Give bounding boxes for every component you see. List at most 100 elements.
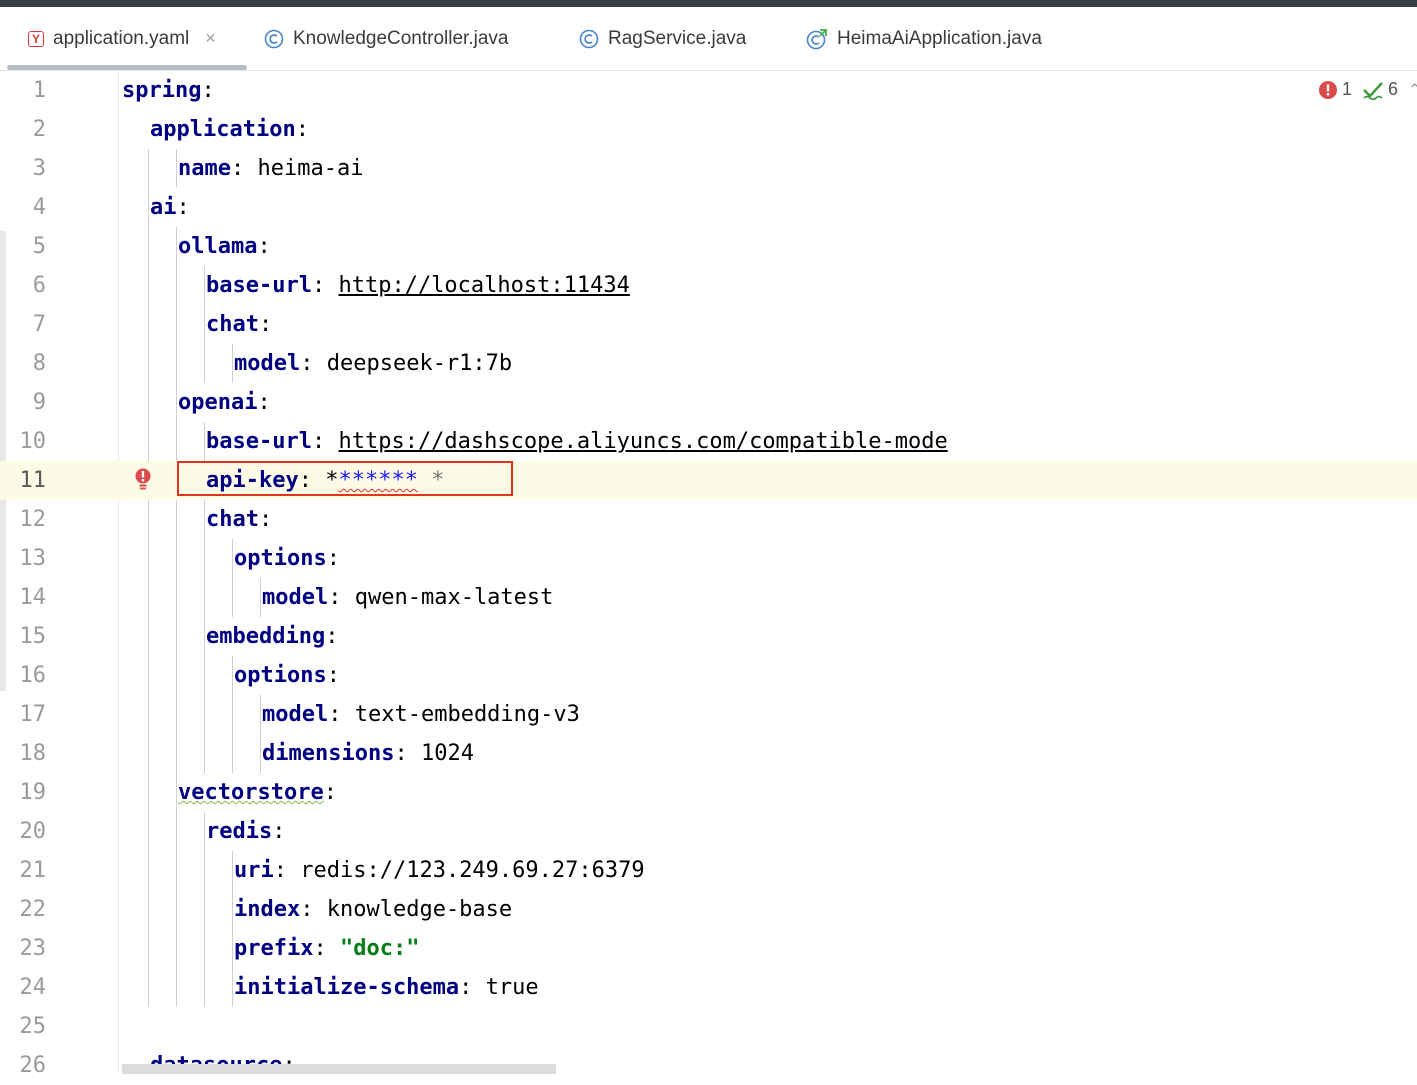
code-line[interactable]: 19 vectorstore:	[0, 773, 1417, 812]
yaml-value: deepseek-r1:7b	[326, 351, 513, 376]
line-number: 22	[19, 897, 47, 922]
line-number: 20	[19, 819, 47, 844]
yaml-colon: :	[257, 234, 271, 259]
code-line[interactable]: 22 index: knowledge-base	[0, 890, 1417, 929]
yaml-key: chat	[206, 507, 259, 532]
line-number: 18	[19, 741, 47, 766]
warning-count[interactable]: 6	[1362, 79, 1398, 100]
close-icon[interactable]: ×	[205, 28, 216, 49]
yaml-colon: :	[326, 546, 340, 571]
yaml-value: heima-ai	[257, 156, 364, 181]
yaml-key: chat	[206, 312, 259, 337]
yaml-colon: :	[311, 429, 339, 454]
code-line[interactable]: 23 prefix: "doc:"	[0, 929, 1417, 968]
code-line[interactable]: 21 uri: redis://123.249.69.27:6379	[0, 851, 1417, 890]
yaml-string-value: "doc:"	[339, 936, 420, 961]
yaml-key: dimensions	[262, 741, 395, 766]
yaml-key: spring	[122, 78, 202, 103]
yaml-key: prefix	[234, 936, 314, 961]
code-line[interactable]: 8 model: deepseek-r1:7b	[0, 344, 1417, 383]
error-bulb-icon[interactable]	[133, 467, 153, 497]
yaml-key: vectorstore	[178, 780, 324, 805]
line-number: 13	[19, 546, 47, 571]
yaml-colon: :	[325, 624, 339, 649]
inspection-status[interactable]: 1 6 ⌃	[1318, 79, 1417, 100]
java-app-class-icon	[806, 28, 828, 50]
code-line[interactable]: 13 options:	[0, 539, 1417, 578]
tab-label: HeimaAiApplication.java	[837, 27, 1042, 49]
chevron-up-icon[interactable]: ⌃	[1408, 80, 1417, 100]
code-line[interactable]: 16 options:	[0, 656, 1417, 695]
code-line[interactable]: 6 base-url: http://localhost:11434	[0, 266, 1417, 305]
yaml-colon: :	[394, 741, 421, 766]
code-editor[interactable]: 1 spring: 2 application: 3 name: heima-ai 4…	[0, 71, 1417, 1078]
tab-rag-service[interactable]: RagService.java	[579, 7, 746, 70]
yaml-key: base-url	[206, 429, 312, 454]
active-tab-indicator	[7, 65, 247, 70]
line-number: 7	[32, 312, 46, 337]
yaml-value: true	[485, 975, 539, 1000]
yaml-value: 1024	[420, 741, 474, 766]
yaml-colon: :	[311, 273, 339, 298]
code-line[interactable]: 17 model: text-embedding-v3	[0, 695, 1417, 734]
yaml-colon: :	[272, 819, 286, 844]
url-link[interactable]: https://dashscope.aliyuncs.com/compatibl…	[338, 429, 947, 454]
line-number: 5	[32, 234, 46, 259]
yaml-key: ollama	[178, 234, 258, 259]
line-number: 15	[19, 624, 47, 649]
yaml-value: qwen-max-latest	[354, 585, 554, 610]
code-line[interactable]: 3 name: heima-ai	[0, 149, 1417, 188]
java-class-icon	[264, 29, 284, 49]
code-line[interactable]: 20 redis:	[0, 812, 1417, 851]
code-line[interactable]: 10 base-url: https://dashscope.aliyuncs.c…	[0, 422, 1417, 461]
yaml-colon: :	[176, 195, 190, 220]
yaml-key: options	[234, 663, 327, 688]
yaml-colon: :	[201, 78, 215, 103]
yaml-colon: :	[323, 780, 337, 805]
tab-label: KnowledgeController.java	[293, 27, 509, 49]
line-number: 24	[19, 975, 47, 1000]
yaml-colon: :	[300, 897, 327, 922]
code-line[interactable]: 1 spring:	[0, 71, 1417, 110]
line-number: 3	[32, 156, 46, 181]
tab-knowledge-controller[interactable]: KnowledgeController.java	[264, 7, 508, 70]
url-link[interactable]: http://localhost:11434	[338, 273, 629, 298]
code-line[interactable]: 14 model: qwen-max-latest	[0, 578, 1417, 617]
yaml-value: redis://123.249.69.27:6379	[300, 858, 645, 883]
line-number: 17	[19, 702, 47, 727]
yaml-key: initialize-schema	[234, 975, 460, 1000]
editor-tab-bar: Y application.yaml × KnowledgeController…	[0, 7, 1417, 71]
yaml-colon: :	[295, 117, 309, 142]
api-key-highlight-box	[177, 461, 513, 496]
yaml-key: application	[150, 117, 296, 142]
yaml-key: openai	[178, 390, 258, 415]
code-line[interactable]: 5 ollama:	[0, 227, 1417, 266]
line-number: 21	[19, 858, 47, 883]
code-line[interactable]: 25	[0, 1007, 1417, 1046]
yaml-colon: :	[326, 663, 340, 688]
code-line[interactable]: 9 openai:	[0, 383, 1417, 422]
code-line[interactable]: 15 embedding:	[0, 617, 1417, 656]
code-line[interactable]: 18 dimensions: 1024	[0, 734, 1417, 773]
yaml-key: model	[262, 585, 329, 610]
yaml-key: model	[234, 351, 301, 376]
line-number: 11	[19, 468, 47, 493]
code-line[interactable]: 24 initialize-schema: true	[0, 968, 1417, 1007]
error-icon	[1318, 80, 1338, 100]
line-number: 12	[19, 507, 47, 532]
line-number: 14	[19, 585, 47, 610]
tab-application-yaml[interactable]: Y application.yaml ×	[28, 7, 216, 70]
yaml-colon: :	[258, 507, 273, 532]
yaml-value: knowledge-base	[326, 897, 513, 922]
code-line[interactable]: 12 chat:	[0, 500, 1417, 539]
code-line[interactable]: 4 ai:	[0, 188, 1417, 227]
yaml-key: embedding	[206, 624, 326, 649]
horizontal-scrollbar[interactable]	[122, 1064, 556, 1074]
code-line[interactable]: 7 chat:	[0, 305, 1417, 344]
yaml-colon: :	[300, 351, 327, 376]
tab-heima-ai-application[interactable]: HeimaAiApplication.java	[806, 7, 1042, 70]
check-warning-icon	[1362, 80, 1384, 100]
line-number: 1	[32, 78, 46, 103]
error-count[interactable]: 1	[1318, 79, 1352, 100]
code-line[interactable]: 2 application:	[0, 110, 1417, 149]
